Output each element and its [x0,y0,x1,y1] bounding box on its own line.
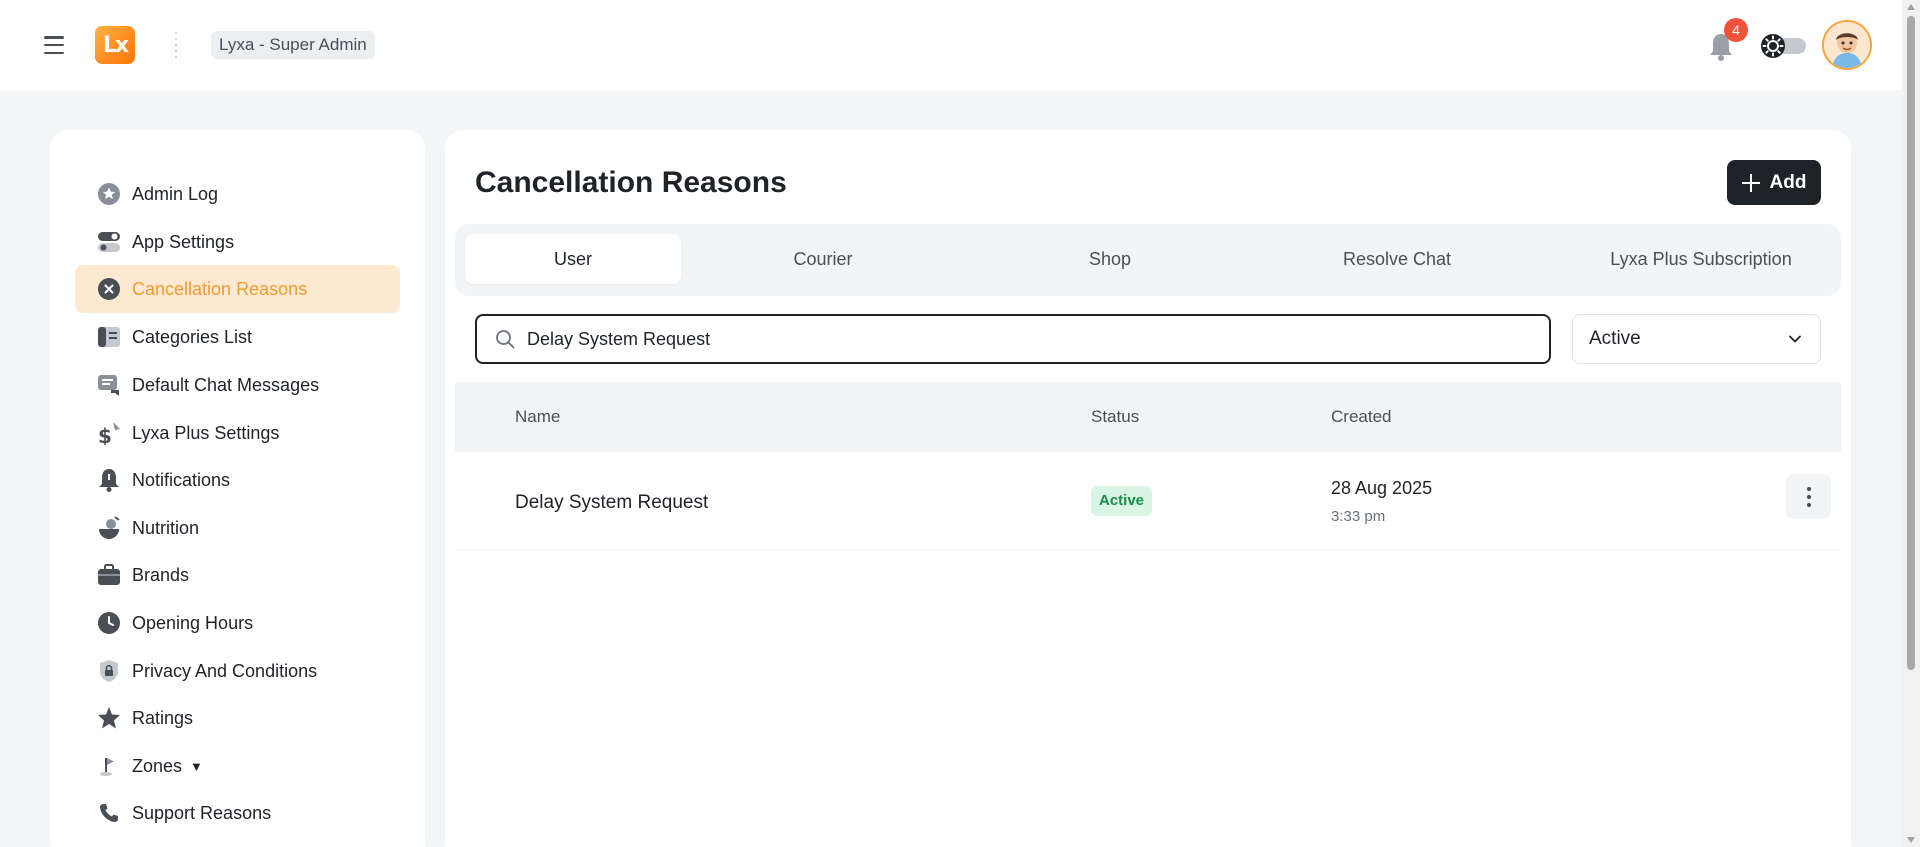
flag-icon [96,753,122,779]
search-field[interactable] [475,314,1551,364]
more-options-icon[interactable] [1786,474,1831,519]
sidebar-item-ratings[interactable]: Ratings [75,694,400,742]
sidebar-item-label: Opening Hours [132,612,254,633]
scroll-up-arrow-icon[interactable] [1907,4,1915,10]
briefcase-icon [96,562,122,588]
cancel-circle-icon [96,276,122,302]
sidebar-item-label: Categories List [132,326,253,347]
chat-icon [96,372,122,398]
sun-icon [1761,34,1785,58]
status-badge: Active [1091,486,1153,516]
sidebar-item-label: Notifications [132,469,231,490]
column-header-status[interactable]: Status [1091,407,1139,427]
row-name: Delay System Request [515,492,709,513]
main-content: Cancellation Reasons Add User Courier Sh… [445,130,1851,847]
nutrition-icon [96,515,122,541]
hamburger-menu-icon[interactable] [44,36,64,54]
sidebar-item-admin-log[interactable]: Admin Log [75,170,400,218]
tab-shop[interactable]: Shop [1002,234,1218,284]
sidebar-item-default-chat-messages[interactable]: Default Chat Messages [75,361,400,409]
sidebar-item-zones[interactable]: Zones ▼ [75,742,400,790]
sidebar-item-opening-hours[interactable]: Opening Hours [75,599,400,647]
toggle-icon [96,229,122,255]
sidebar-item-label: Brands [132,564,190,585]
search-icon [496,330,515,349]
sidebar-item-privacy-and-conditions[interactable]: Privacy And Conditions [75,647,400,695]
tab-bar: User Courier Shop Resolve Chat Lyxa Plus… [455,224,1841,296]
svg-text:$: $ [98,424,112,445]
sidebar-item-label: Default Chat Messages [132,374,320,395]
page-title: Cancellation Reasons [475,166,787,199]
phone-icon [96,800,122,826]
sidebar-item-lyxa-plus-settings[interactable]: $ Lyxa Plus Settings [75,409,400,457]
list-icon [96,324,122,350]
tab-lyxa-plus-subscription[interactable]: Lyxa Plus Subscription [1569,234,1833,284]
column-header-created[interactable]: Created [1331,407,1391,427]
search-input[interactable] [527,328,1507,350]
user-avatar[interactable] [1822,20,1872,70]
sidebar-item-categories-list[interactable]: Categories List [75,313,400,361]
add-button[interactable]: Add [1727,160,1821,205]
divider-dots [174,32,178,58]
sidebar-item-cancellation-reasons[interactable]: Cancellation Reasons [75,265,400,313]
table-header: Name Status Created [455,382,1841,452]
sidebar-item-label: Cancellation Reasons [132,278,308,299]
lyxa-logo[interactable]: Lx [95,26,135,64]
sidebar-item-support-reasons[interactable]: Support Reasons [75,789,400,837]
row-created-date: 28 Aug 2025 [1331,478,1433,498]
sidebar-item-label: Admin Log [132,183,219,204]
dollar-icon: $ [96,420,122,446]
tab-user[interactable]: User [465,234,681,284]
add-button-label: Add [1769,171,1807,193]
sidebar-item-label: Zones [132,755,183,776]
sidebar-item-label: App Settings [132,231,235,252]
sidebar-item-brands[interactable]: Brands [75,551,400,599]
status-filter-value: Active [1589,328,1641,349]
notification-count-badge: 4 [1724,18,1748,42]
table-row[interactable]: Delay System Request Active 28 Aug 2025 … [455,452,1841,550]
tab-resolve-chat[interactable]: Resolve Chat [1289,234,1505,284]
tab-courier[interactable]: Courier [715,234,931,284]
workspace-label[interactable]: Lyxa - Super Admin [211,31,375,59]
clock-icon [96,610,122,636]
logo-text: Lx [102,32,129,58]
lock-shield-icon [96,658,122,684]
theme-toggle[interactable] [1760,33,1806,58]
star-icon [96,705,122,731]
star-badge-icon [96,181,122,207]
sidebar-item-label: Lyxa Plus Settings [132,422,280,443]
sidebar-item-app-settings[interactable]: App Settings [75,218,400,266]
bell-icon [96,467,122,493]
sidebar-item-notifications[interactable]: Notifications [75,456,400,504]
column-header-name[interactable]: Name [515,407,560,427]
chevron-down-icon: ▼ [190,758,203,774]
scroll-down-arrow-icon[interactable] [1907,837,1915,843]
chevron-down-icon [1789,335,1801,343]
row-created-time: 3:33 pm [1331,508,1386,525]
sidebar-item-label: Privacy And Conditions [132,660,318,681]
status-filter-select[interactable]: Active [1572,314,1821,364]
sidebar-item-label: Support Reasons [132,802,272,823]
page-scrollbar[interactable] [1902,0,1920,847]
sidebar-item-label: Ratings [132,707,194,728]
plus-icon [1741,173,1760,192]
top-bar: Lx Lyxa - Super Admin 4 [0,0,1902,90]
sidebar-item-label: Nutrition [132,517,200,538]
scroll-thumb[interactable] [1907,16,1915,670]
sidebar-item-nutrition[interactable]: Nutrition [75,504,400,552]
settings-sidebar: Admin Log App Settings Cancellation Reas… [50,130,425,847]
